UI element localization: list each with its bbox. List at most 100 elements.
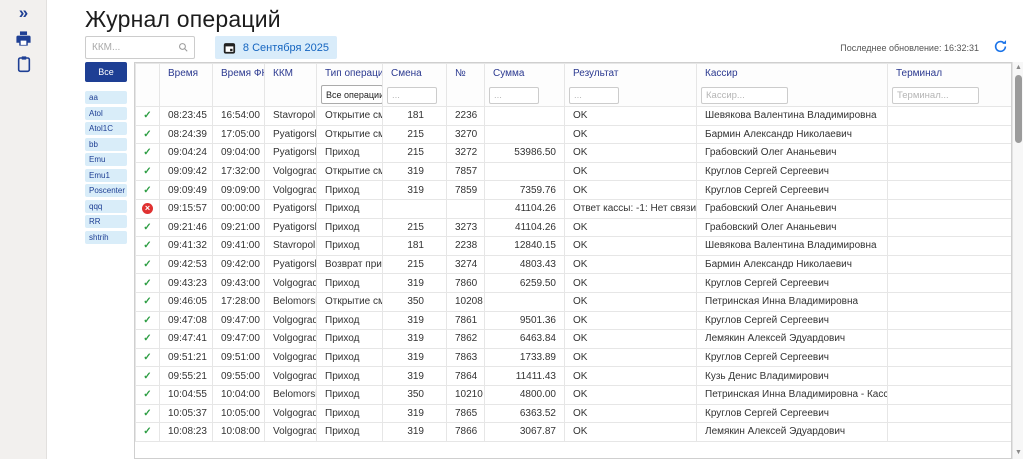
table-row[interactable]: 08:24:39 17:05:00 Pyatigorsk Открытие см… (136, 125, 1013, 144)
cell-status (136, 181, 160, 200)
table-row[interactable]: 09:09:42 17:32:00 Volgograd Открытие сме… (136, 162, 1013, 181)
cell-terminal (888, 330, 1013, 349)
column-header[interactable]: Время (160, 64, 213, 84)
table-row[interactable]: 09:15:57 00:00:00 Pyatigorsk Приход 4110… (136, 199, 1013, 218)
table-row[interactable]: 10:08:23 10:08:00 Volgograd Приход 319 7… (136, 423, 1013, 442)
cell-shift: 319 (383, 404, 447, 423)
column-header[interactable]: ККМ (265, 64, 317, 84)
refresh-button[interactable] (993, 39, 1009, 55)
table-row[interactable]: 09:51:21 09:51:00 Volgograd Приход 319 7… (136, 348, 1013, 367)
shift-filter-input[interactable] (387, 87, 437, 104)
table-row[interactable]: 09:55:21 09:55:00 Volgograd Приход 319 7… (136, 367, 1013, 386)
kkm-search-input[interactable] (86, 42, 178, 53)
refresh-icon (993, 39, 1008, 54)
cell-cashier: Шевякова Валентина Владимировна (697, 237, 888, 256)
operation-type-select[interactable]: Все операции (321, 85, 383, 104)
scroll-down-arrow[interactable]: ▼ (1013, 448, 1023, 458)
column-header[interactable]: Время ФН (213, 64, 265, 84)
status-icon (143, 110, 151, 121)
cell-number: 7862 (447, 330, 485, 349)
column-header[interactable]: Терминал (888, 64, 1013, 84)
cell-kkm: Volgograd (265, 367, 317, 386)
table-row[interactable]: 09:46:05 17:28:00 Belomorsky Открытие см… (136, 292, 1013, 311)
cell-operation-type: Приход (317, 311, 383, 330)
sidebar-kkm-item[interactable]: shtrih (85, 231, 127, 244)
cell-cashier: Шевякова Валентина Владимировна (697, 107, 888, 126)
sidebar-kkm-item[interactable]: bb (85, 138, 127, 151)
table-row[interactable]: 09:21:46 09:21:00 Pyatigorsk Приход 215 … (136, 218, 1013, 237)
cell-time: 09:15:57 (160, 199, 213, 218)
status-icon (143, 352, 151, 363)
sidebar-kkm-item[interactable]: qqq (85, 200, 127, 213)
vertical-scrollbar[interactable]: ▲ ▼ (1012, 62, 1023, 459)
journal-button[interactable] (0, 55, 47, 73)
filter-empty-status (136, 84, 160, 107)
column-header[interactable]: Результат (565, 64, 697, 84)
cell-terminal (888, 367, 1013, 386)
search-icon (178, 42, 189, 53)
cell-kkm: Stavropol (265, 107, 317, 126)
sidebar-kkm-item[interactable]: RR (85, 215, 127, 228)
filter-empty-kkm (265, 84, 317, 107)
sum-filter-input[interactable] (489, 87, 539, 104)
sidebar-all-button[interactable]: Все (85, 62, 127, 82)
cell-shift: 319 (383, 181, 447, 200)
cell-fn-time: 09:42:00 (213, 255, 265, 274)
table-row[interactable]: 09:42:53 09:42:00 Pyatigorsk Возврат при… (136, 255, 1013, 274)
result-filter-input[interactable] (569, 87, 619, 104)
sidebar-kkm-item[interactable]: Poscenter (85, 184, 127, 197)
sidebar-kkm-item[interactable]: Emu (85, 153, 127, 166)
scrollbar-thumb[interactable] (1015, 75, 1022, 143)
status-icon (143, 333, 151, 344)
cell-cashier: Круглов Сергей Сергеевич (697, 162, 888, 181)
clipboard-icon (16, 55, 32, 73)
column-header[interactable]: Сумма (485, 64, 565, 84)
cell-result: OK (565, 237, 697, 256)
cell-cashier: Петринская Инна Владимировна - Кассир (697, 385, 888, 404)
table-row[interactable]: 09:04:24 09:04:00 Pyatigorsk Приход 215 … (136, 144, 1013, 163)
cell-shift: 350 (383, 292, 447, 311)
cashier-filter-input[interactable] (701, 87, 788, 104)
table-row[interactable]: 08:23:45 16:54:00 Stavropol Открытие сме… (136, 107, 1013, 126)
sidebar-kkm-item[interactable]: aa (85, 91, 127, 104)
last-update-text: Последнее обновление: 16:32:31 (840, 43, 979, 53)
cell-kkm: Pyatigorsk (265, 255, 317, 274)
column-header[interactable]: Смена (383, 64, 447, 84)
scroll-up-arrow[interactable]: ▲ (1013, 63, 1023, 73)
printer-icon (15, 30, 32, 47)
table-row[interactable]: 09:09:49 09:09:00 Volgograd Приход 319 7… (136, 181, 1013, 200)
collapse-sidebar-button[interactable]: » (0, 4, 47, 22)
table-row[interactable]: 09:43:23 09:43:00 Volgograd Приход 319 7… (136, 274, 1013, 293)
column-header[interactable]: Кассир (697, 64, 888, 84)
cell-kkm: Pyatigorsk (265, 199, 317, 218)
sidebar-kkm-item[interactable]: Emu1 (85, 169, 127, 182)
column-header[interactable]: Тип операции (317, 64, 383, 84)
left-toolbar: » (0, 0, 47, 459)
cell-sum: 41104.26 (485, 218, 565, 237)
status-icon (143, 166, 151, 177)
cell-operation-type: Приход (317, 144, 383, 163)
status-icon (142, 203, 153, 214)
sidebar-kkm-item[interactable]: Atol1C (85, 122, 127, 135)
column-header[interactable] (136, 64, 160, 84)
cell-shift: 215 (383, 125, 447, 144)
terminal-filter-input[interactable] (892, 87, 979, 104)
sidebar-kkm-item[interactable]: Atol (85, 107, 127, 120)
table-row[interactable]: 10:04:55 10:04:00 Belomorsky Приход 350 … (136, 385, 1013, 404)
print-button[interactable] (0, 30, 47, 47)
column-header[interactable]: № (447, 64, 485, 84)
page-title: Журнал операций (85, 6, 281, 33)
status-icon (143, 408, 151, 419)
cell-sum: 1733.89 (485, 348, 565, 367)
cell-terminal (888, 237, 1013, 256)
cell-fn-time: 09:47:00 (213, 330, 265, 349)
date-picker-button[interactable]: 8 Сентября 2025 (215, 36, 337, 59)
table-row[interactable]: 09:47:41 09:47:00 Volgograd Приход 319 7… (136, 330, 1013, 349)
cell-number: 2238 (447, 237, 485, 256)
status-icon (143, 147, 151, 158)
cell-operation-type: Открытие смены (317, 292, 383, 311)
table-row[interactable]: 09:41:32 09:41:00 Stavropol Приход 181 2… (136, 237, 1013, 256)
table-row[interactable]: 10:05:37 10:05:00 Volgograd Приход 319 7… (136, 404, 1013, 423)
kkm-search (85, 36, 195, 59)
table-row[interactable]: 09:47:08 09:47:00 Volgograd Приход 319 7… (136, 311, 1013, 330)
